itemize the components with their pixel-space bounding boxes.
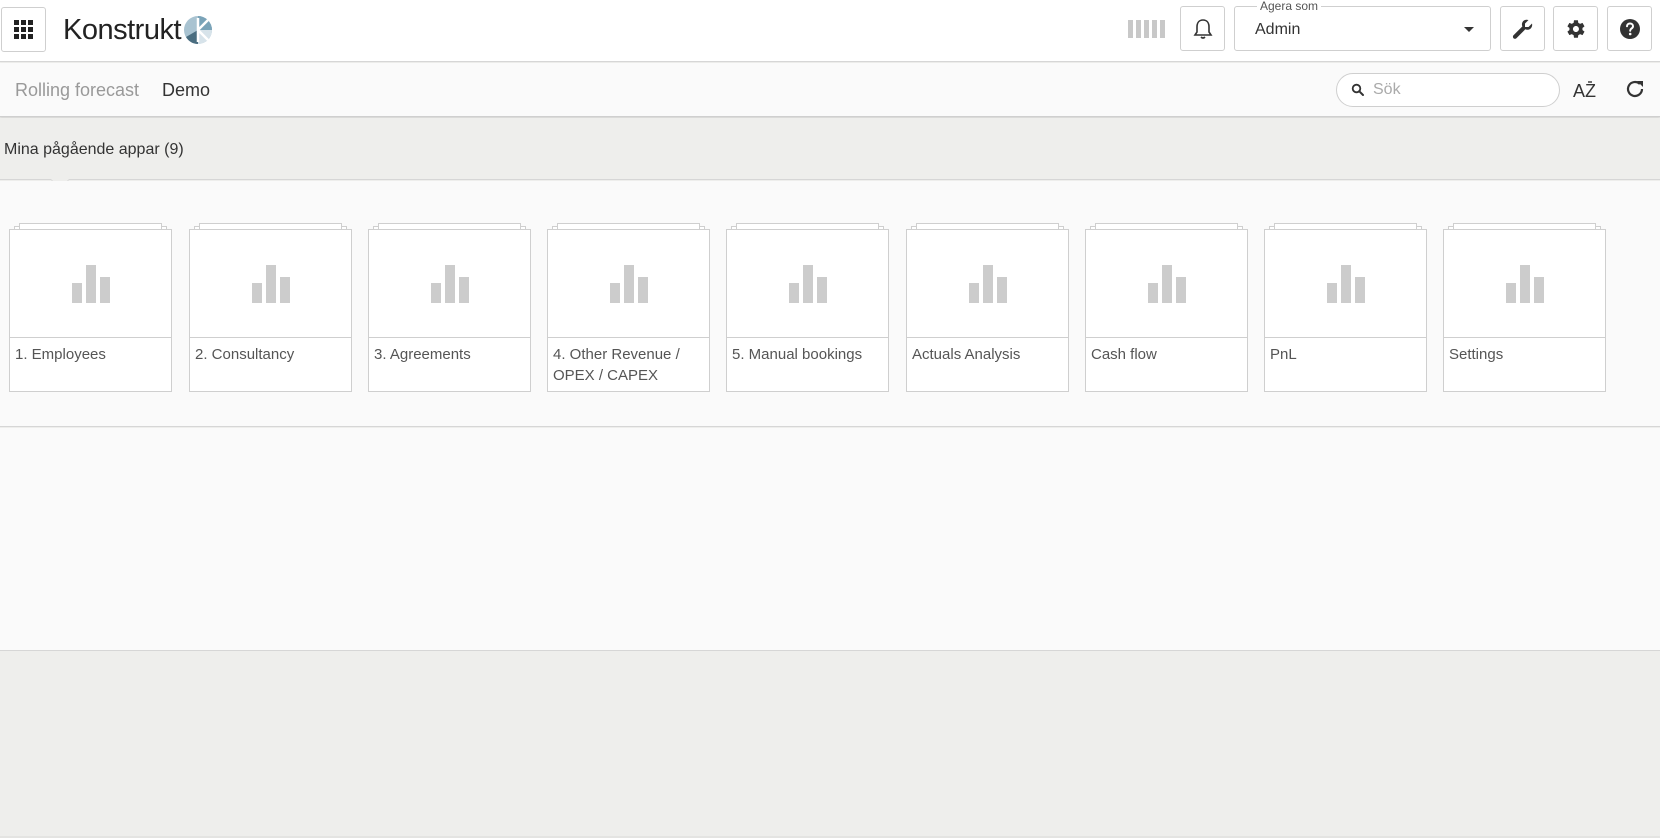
tile-thumbnail <box>727 230 888 338</box>
bar-chart-icon <box>430 264 469 303</box>
tile-body: Actuals Analysis <box>906 229 1069 392</box>
gear-icon <box>1566 19 1584 38</box>
loading-indicator <box>1128 20 1165 38</box>
sort-az-icon: AZ <box>1573 81 1596 101</box>
app-tile-cash-flow[interactable]: Cash flow <box>1085 223 1248 392</box>
tile-body: PnL <box>1264 229 1427 392</box>
section-title: Mina pågående appar (9) <box>4 141 184 158</box>
page-footer-area <box>0 652 1660 838</box>
tile-body: Settings <box>1443 229 1606 392</box>
content-panel <box>0 428 1660 651</box>
tile-thumbnail <box>190 230 351 338</box>
bar-chart-icon <box>1505 264 1544 303</box>
tile-body: 4. Other Revenue / OPEX / CAPEX <box>547 229 710 392</box>
app-tile-label: Settings <box>1449 346 1504 363</box>
app-tile-actuals-analysis[interactable]: Actuals Analysis <box>906 223 1069 392</box>
tile-body: Cash flow <box>1085 229 1248 392</box>
tile-thumbnail <box>1444 230 1605 338</box>
tile-thumbnail <box>548 230 709 338</box>
tile-thumbnail <box>10 230 171 338</box>
search-input[interactable] <box>1373 81 1553 99</box>
app-tile-label: Actuals Analysis <box>912 346 1021 363</box>
refresh-button[interactable] <box>1622 76 1648 102</box>
app-tile-label: 4. Other Revenue / OPEX / CAPEX <box>553 346 680 384</box>
tile-body: 3. Agreements <box>368 229 531 392</box>
bell-icon <box>1193 18 1212 39</box>
wrench-icon <box>1512 19 1532 39</box>
help-icon <box>1619 18 1640 39</box>
apps-grid: 1. Employees 2. Consultancy 3. Agreement… <box>0 181 1660 427</box>
breadcrumb-demo[interactable]: Demo <box>162 80 210 101</box>
bar-chart-icon <box>968 264 1007 303</box>
acting-as-value: Admin <box>1255 21 1301 38</box>
app-tile-label: 1. Employees <box>15 346 106 363</box>
app-tile-label: 3. Agreements <box>374 346 471 363</box>
app-tile-other-revenue[interactable]: 4. Other Revenue / OPEX / CAPEX <box>547 223 710 392</box>
search-box[interactable] <box>1336 73 1560 107</box>
section-header: Mina pågående appar (9) <box>0 118 1660 189</box>
bar-chart-icon <box>609 264 648 303</box>
acting-as-select[interactable]: Agera som Admin <box>1234 0 1491 51</box>
app-launcher-button[interactable] <box>1 7 46 52</box>
app-tile-manual-bookings[interactable]: 5. Manual bookings <box>726 223 889 392</box>
caret-down-icon <box>1464 27 1474 32</box>
bar-chart-icon <box>251 264 290 303</box>
app-tile-agreements[interactable]: 3. Agreements <box>368 223 531 392</box>
acting-as-label: Agera som <box>1257 0 1322 13</box>
tile-thumbnail <box>369 230 530 338</box>
app-tile-label: 5. Manual bookings <box>732 346 863 363</box>
app-tile-label: Cash flow <box>1091 346 1157 363</box>
bar-chart-icon <box>1326 264 1365 303</box>
app-tile-label: PnL <box>1270 346 1297 363</box>
settings-button[interactable] <box>1553 6 1598 51</box>
top-bar: Konstrukt Agera som Admin <box>0 0 1660 62</box>
app-tile-consultancy[interactable]: 2. Consultancy <box>189 223 352 392</box>
breadcrumb-rolling-forecast[interactable]: Rolling forecast <box>15 80 139 101</box>
sort-az-text: AZ <box>1573 81 1596 101</box>
app-tile-pnl[interactable]: PnL <box>1264 223 1427 392</box>
search-icon <box>1351 83 1364 96</box>
refresh-icon <box>1626 80 1644 98</box>
tile-thumbnail <box>1265 230 1426 338</box>
app-tile-employees[interactable]: 1. Employees <box>9 223 172 392</box>
help-button[interactable] <box>1607 6 1652 51</box>
tile-body: 1. Employees <box>9 229 172 392</box>
tile-thumbnail <box>1086 230 1247 338</box>
notifications-button[interactable] <box>1180 6 1225 51</box>
brand-logo[interactable]: Konstrukt <box>63 12 213 48</box>
brand-name: Konstrukt <box>63 13 182 46</box>
tile-body: 2. Consultancy <box>189 229 352 392</box>
sort-az-button[interactable]: AZ <box>1572 77 1600 103</box>
bar-chart-icon <box>788 264 827 303</box>
grid-icon <box>14 20 33 39</box>
tools-button[interactable] <box>1500 6 1545 51</box>
app-tile-settings[interactable]: Settings <box>1443 223 1606 392</box>
bar-chart-icon <box>71 264 110 303</box>
konstrukt-logo-icon <box>184 16 212 44</box>
bar-chart-icon <box>1147 264 1186 303</box>
app-tile-label: 2. Consultancy <box>195 346 295 363</box>
sub-bar: Rolling forecast Demo AZ <box>0 63 1660 117</box>
tile-thumbnail <box>907 230 1068 338</box>
tile-body: 5. Manual bookings <box>726 229 889 392</box>
